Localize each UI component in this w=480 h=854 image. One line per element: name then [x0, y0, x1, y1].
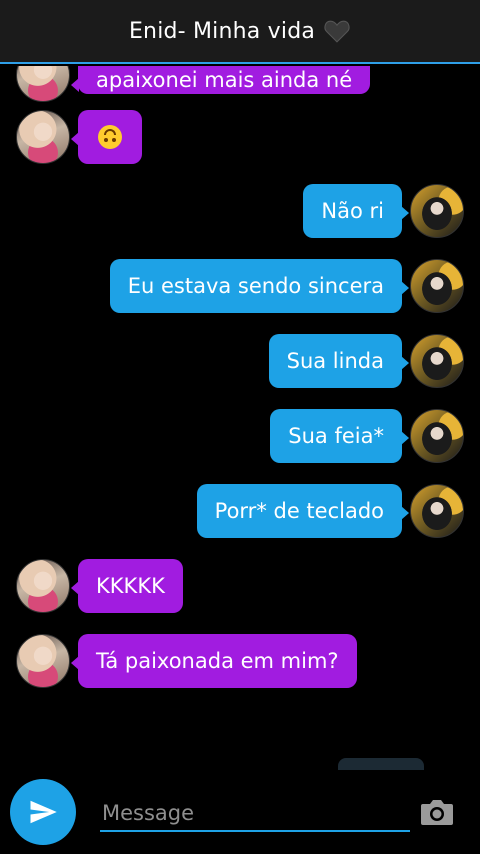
send-icon [30, 800, 57, 824]
enid-avatar[interactable] [16, 66, 70, 102]
message-row: apaixonei mais ainda né [16, 66, 371, 102]
message-bubble[interactable] [71, 110, 142, 164]
chat-title: Enid- Minha vida [128, 18, 316, 44]
wednesday-avatar[interactable] [410, 184, 464, 238]
message-text: Eu estava sendo sincera [127, 274, 384, 298]
enid-avatar[interactable] [16, 634, 70, 688]
wednesday-avatar[interactable] [410, 334, 464, 388]
message-list[interactable]: apaixonei mais ainda né Não ri Eu estava… [0, 66, 480, 766]
send-button[interactable] [10, 779, 76, 845]
message-text: Tá paixonada em mim? [96, 649, 339, 673]
message-bubble[interactable]: KKKKK [71, 559, 183, 613]
message-bubble[interactable]: apaixonei mais ainda né [70, 66, 371, 94]
message-input[interactable] [100, 796, 410, 832]
enid-avatar[interactable] [16, 559, 70, 613]
message-bubble[interactable]: Sua feia* [270, 409, 409, 463]
scroll-to-bottom-handle[interactable] [338, 758, 424, 770]
chat-header: Enid- Minha vida [0, 0, 480, 64]
wednesday-avatar[interactable] [410, 484, 464, 538]
message-bubble[interactable]: Tá paixonada em mim? [71, 634, 357, 688]
message-composer [0, 770, 480, 854]
message-row: Sua feia* [270, 409, 464, 463]
message-row: Eu estava sendo sincera [109, 259, 464, 313]
upside-down-face-emoji-icon [98, 125, 122, 149]
message-bubble[interactable]: Sua linda [268, 334, 410, 388]
message-text: Não ri [321, 199, 384, 223]
message-row: Porr* de teclado [196, 484, 464, 538]
message-text: Sua linda [286, 349, 384, 373]
message-bubble[interactable]: Porr* de teclado [196, 484, 410, 538]
message-text: Sua feia* [288, 424, 384, 448]
message-text: apaixonei mais ainda né [96, 68, 353, 92]
message-row: KKKKK [16, 559, 183, 613]
message-text: Porr* de teclado [214, 499, 384, 523]
wednesday-avatar[interactable] [410, 259, 464, 313]
message-row: Sua linda [268, 334, 464, 388]
message-bubble[interactable]: Eu estava sendo sincera [109, 259, 410, 313]
enid-avatar[interactable] [16, 110, 70, 164]
wednesday-avatar[interactable] [410, 409, 464, 463]
message-row: Tá paixonada em mim? [16, 634, 357, 688]
message-bubble[interactable]: Não ri [303, 184, 409, 238]
message-row [16, 110, 142, 164]
message-row: Não ri [303, 184, 464, 238]
camera-icon[interactable] [420, 798, 454, 826]
message-text: KKKKK [96, 574, 165, 598]
black-heart-icon [324, 20, 350, 43]
